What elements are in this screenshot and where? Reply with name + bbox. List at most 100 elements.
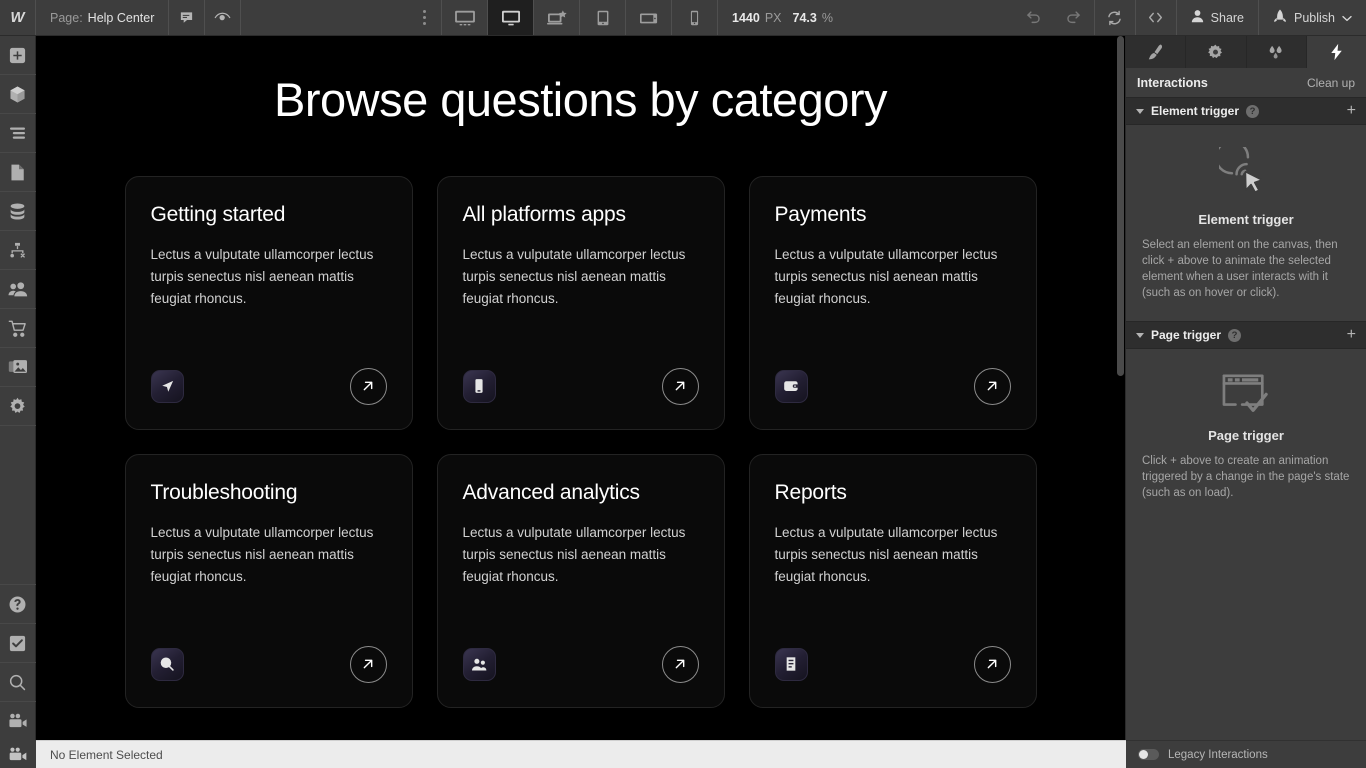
- webflow-designer: W Page: Help Center 1440 PX 74.3 % Share…: [0, 0, 1366, 768]
- breakpoint-switcher: [442, 0, 719, 35]
- sidebar-item-logic[interactable]: [0, 231, 36, 270]
- card-description: Lectus a vulputate ullamcorper lectus tu…: [150, 246, 374, 306]
- tab-style[interactable]: [1126, 36, 1187, 68]
- breakpoint-tablet[interactable]: [580, 0, 627, 35]
- breakpoint-tablet-landscape[interactable]: [534, 0, 581, 35]
- canvas-width-value: 1440: [732, 10, 760, 25]
- page-canvas[interactable]: Browse questions by category Getting sta…: [36, 36, 1125, 740]
- zoom-value: 74.3: [792, 10, 817, 25]
- publish-button[interactable]: Publish: [1259, 0, 1366, 35]
- breakpoint-desktop[interactable]: [488, 0, 535, 35]
- card-title: Getting started: [150, 202, 286, 226]
- navigation-arrow-icon: [150, 369, 184, 403]
- code-brackets-icon[interactable]: [1136, 0, 1176, 35]
- section-header-element-trigger[interactable]: Element trigger ? +: [1126, 97, 1366, 125]
- right-panel-header: Interactions Clean up: [1126, 68, 1366, 97]
- undo-icon[interactable]: [1014, 0, 1054, 35]
- breakpoint-mobile-landscape[interactable]: [626, 0, 673, 35]
- card-arrow-button[interactable]: [661, 367, 699, 405]
- publish-label: Publish: [1294, 10, 1336, 25]
- clean-up-button[interactable]: Clean up: [1307, 76, 1355, 90]
- more-vertical-icon[interactable]: [408, 0, 443, 35]
- left-toolbar: [0, 36, 36, 740]
- category-card[interactable]: Reports Lectus a vulputate ullamcorper l…: [748, 453, 1037, 708]
- category-card[interactable]: Advanced analytics Lectus a vulputate ul…: [436, 453, 725, 708]
- document-icon: [774, 647, 808, 681]
- right-panel-tabs: [1126, 36, 1366, 68]
- chevron-down-icon: [1342, 11, 1352, 25]
- canvas-scrollbar-thumb[interactable]: [1117, 36, 1124, 376]
- card-footer: [774, 645, 1011, 683]
- category-card[interactable]: All platforms apps Lectus a vulputate ul…: [436, 175, 725, 430]
- redo-icon[interactable]: [1054, 0, 1094, 35]
- empty-state-text: Click + above to create an animation tri…: [1142, 455, 1350, 499]
- comment-icon[interactable]: [169, 0, 206, 35]
- panel-title: Interactions: [1137, 75, 1208, 90]
- card-footer: [462, 367, 699, 405]
- section-header-page-trigger[interactable]: Page trigger ? +: [1126, 321, 1366, 349]
- zoom-unit: %: [821, 10, 833, 25]
- tab-style-manager[interactable]: [1247, 36, 1307, 68]
- sidebar-item-video[interactable]: [0, 701, 36, 740]
- category-card[interactable]: Troubleshooting Lectus a vulputate ullam…: [124, 453, 413, 708]
- category-card[interactable]: Getting started Lectus a vulputate ullam…: [124, 175, 413, 430]
- page-title: Browse questions by category: [274, 73, 888, 126]
- video-camera-icon[interactable]: [0, 740, 36, 768]
- card-title: Reports: [774, 480, 847, 504]
- refresh-icon[interactable]: [1095, 0, 1135, 35]
- page-indicator-value: Help Center: [87, 10, 155, 25]
- category-card[interactable]: Payments Lectus a vulputate ullamcorper …: [748, 175, 1037, 430]
- browser-check-icon: [1142, 371, 1350, 417]
- card-arrow-button[interactable]: [973, 367, 1011, 405]
- empty-state-title: Element trigger: [1198, 212, 1294, 227]
- help-icon[interactable]: ?: [1228, 328, 1242, 342]
- sidebar-item-pages[interactable]: [0, 153, 36, 192]
- sidebar-item-search[interactable]: [0, 662, 36, 701]
- caret-down-icon[interactable]: [1136, 108, 1144, 114]
- caret-down-icon[interactable]: [1136, 332, 1144, 338]
- canvas-size-zoom[interactable]: 1440 PX 74.3 %: [718, 0, 847, 35]
- sidebar-item-ecommerce[interactable]: [0, 309, 36, 348]
- page-indicator[interactable]: Page: Help Center: [36, 0, 170, 35]
- empty-state-text: Select an element on the canvas, then cl…: [1142, 239, 1338, 299]
- webflow-logo[interactable]: W: [0, 0, 36, 35]
- card-arrow-button[interactable]: [349, 645, 387, 683]
- empty-state-title: Page trigger: [1208, 428, 1284, 443]
- breakpoint-mobile-portrait[interactable]: [672, 0, 719, 35]
- card-footer: [774, 367, 1011, 405]
- eye-icon[interactable]: [205, 0, 242, 35]
- sidebar-item-users[interactable]: [0, 270, 36, 309]
- add-page-trigger-button[interactable]: +: [1347, 327, 1356, 343]
- help-icon[interactable]: ?: [1246, 104, 1260, 118]
- legacy-interactions-toggle[interactable]: [1138, 749, 1159, 760]
- selection-status: No Element Selected: [36, 740, 1126, 768]
- sidebar-item-settings[interactable]: [0, 387, 36, 426]
- sidebar-item-components[interactable]: [0, 75, 36, 114]
- sidebar-item-cms[interactable]: [0, 192, 36, 231]
- magnifier-icon: [150, 647, 184, 681]
- card-description: Lectus a vulputate ullamcorper lectus tu…: [150, 524, 374, 584]
- card-arrow-button[interactable]: [349, 367, 387, 405]
- rocket-icon: [1273, 9, 1287, 26]
- card-arrow-button[interactable]: [973, 645, 1011, 683]
- sidebar-item-audit[interactable]: [0, 623, 36, 662]
- canvas-scrollbar[interactable]: [1116, 36, 1125, 740]
- sidebar-item-add-elements[interactable]: [0, 36, 36, 75]
- card-arrow-button[interactable]: [661, 645, 699, 683]
- sidebar-item-navigator[interactable]: [0, 114, 36, 153]
- tab-settings[interactable]: [1186, 36, 1247, 68]
- canvas-viewport[interactable]: Browse questions by category Getting sta…: [36, 36, 1126, 740]
- designer-body: Browse questions by category Getting sta…: [0, 36, 1366, 740]
- tab-interactions[interactable]: [1306, 36, 1366, 68]
- people-icon: [462, 647, 496, 681]
- category-card-grid: Getting started Lectus a vulputate ullam…: [36, 175, 1125, 708]
- add-element-trigger-button[interactable]: +: [1347, 103, 1356, 119]
- card-title: Payments: [774, 202, 867, 226]
- card-description: Lectus a vulputate ullamcorper lectus tu…: [462, 524, 686, 584]
- sidebar-item-assets[interactable]: [0, 348, 36, 387]
- card-description: Lectus a vulputate ullamcorper lectus tu…: [462, 246, 686, 306]
- share-button[interactable]: Share: [1177, 0, 1258, 35]
- sidebar-item-help[interactable]: [0, 584, 36, 623]
- legacy-interactions-row[interactable]: Legacy Interactions: [1126, 740, 1366, 768]
- breakpoint-desktop-large[interactable]: [442, 0, 489, 35]
